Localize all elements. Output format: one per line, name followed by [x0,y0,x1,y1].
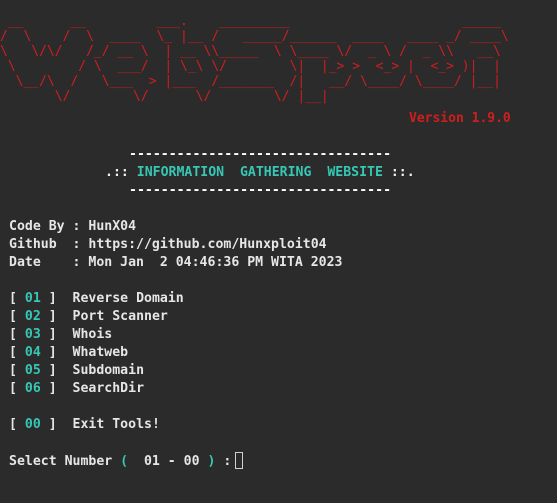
bracket-open: [ [9,345,25,360]
banner-line-3: \ \/\/ /_/ __ \ | __ \\_____ \ \____ \/ … [0,44,509,59]
prompt-range: 01 - 00 [128,454,208,469]
menu-item-label: Subdomain [72,363,145,378]
banner-line-4: \ / \ ___/ | \_\ \/ \| |_> > <_> | <_> )… [0,59,525,74]
header-prefix: .:: [105,165,137,180]
code-by-value: HunX04 [88,219,137,234]
header-suffix: ::. [382,165,415,180]
menu-item-number: 00 [24,417,41,432]
text-cursor[interactable] [235,452,244,469]
terminal-window: __ __ ___. _________ _____ / \ / \ ____ … [0,0,557,503]
github-label: Github [9,237,65,252]
menu-item-number: 05 [24,363,41,378]
bracket-open: [ [9,417,25,432]
bracket-close: ] [40,345,73,360]
code-by-label: Code By [9,219,65,234]
github-value: https://github.com/Hunxploit04 [88,237,327,252]
banner-line-6: \/ \/ \/ \/ |__| [0,89,525,104]
info-date: Date : Mon Jan 2 04:46:36 PM WITA 2023 [9,254,342,272]
banner-line-5: \__/\ / \___ > |___ /_______ /| __/ \___… [0,74,525,89]
bracket-close: ] [40,363,73,378]
menu-item-number: 02 [24,309,41,324]
menu-item-whatweb: [ 04 ] Whatweb [9,344,128,362]
menu-item-number: 03 [24,327,41,342]
menu-item-port-scanner: [ 02 ] Port Scanner [9,308,168,326]
github-separator: : [64,237,89,252]
menu-item-number: 06 [24,381,41,396]
menu-item-label: Reverse Domain [72,291,184,306]
bracket-open: [ [9,381,25,396]
bracket-open: [ [9,291,25,306]
webspoof-ascii-banner: __ __ ___. _________ _____ / \ / \ ____ … [0,14,524,104]
select-number-prompt[interactable]: Select Number ( 01 - 00 ) : [9,452,244,470]
bracket-open: [ [9,327,25,342]
menu-item-label: Whatweb [72,345,129,360]
menu-item-number: 04 [24,345,41,360]
info-code-by: Code By : HunX04 [9,218,136,236]
menu-item-reverse-domain: [ 01 ] Reverse Domain [9,290,184,308]
date-label: Date [9,255,65,270]
banner-line-1: __ __ ___. _________ _____ [0,14,509,29]
bracket-close: ] [40,327,73,342]
menu-item-subdomain: [ 05 ] Subdomain [9,362,144,380]
prompt-paren-open: ( [120,454,129,469]
menu-item-label: SearchDir [72,381,145,396]
bracket-close: ] [40,417,73,432]
code-by-separator: : [64,219,89,234]
date-separator: : [64,255,89,270]
header-title: INFORMATION GATHERING WEBSITE [136,165,383,180]
banner-line-2: / \ / \ ____ \_ |__ / _____/______ ____ … [0,29,509,44]
menu-item-searchdir: [ 06 ] SearchDir [9,380,144,398]
info-github: Github : https://github.com/Hunxploit04 [9,236,327,254]
menu-item-label: Port Scanner [72,309,168,324]
menu-item-whois: [ 03 ] Whois [9,326,112,344]
menu-item-label: Exit Tools! [72,417,160,432]
bracket-open: [ [9,309,25,324]
bracket-close: ] [40,291,73,306]
header-rule-bottom: --------------------------------- [129,183,392,198]
prompt-label: Select Number [9,454,121,469]
bracket-open: [ [9,363,25,378]
menu-item-number: 01 [24,291,41,306]
menu-item-exit: [ 00 ] Exit Tools! [9,416,160,434]
version-label: Version 1.9.0 [409,111,511,126]
header-rule-top: --------------------------------- [129,147,392,162]
date-value: Mon Jan 2 04:46:36 PM WITA 2023 [88,255,343,270]
menu-item-label: Whois [72,327,113,342]
bracket-close: ] [40,309,73,324]
header-title-line: .:: INFORMATION GATHERING WEBSITE ::. [105,164,415,182]
prompt-colon: : [215,454,232,469]
bracket-close: ] [40,381,73,396]
